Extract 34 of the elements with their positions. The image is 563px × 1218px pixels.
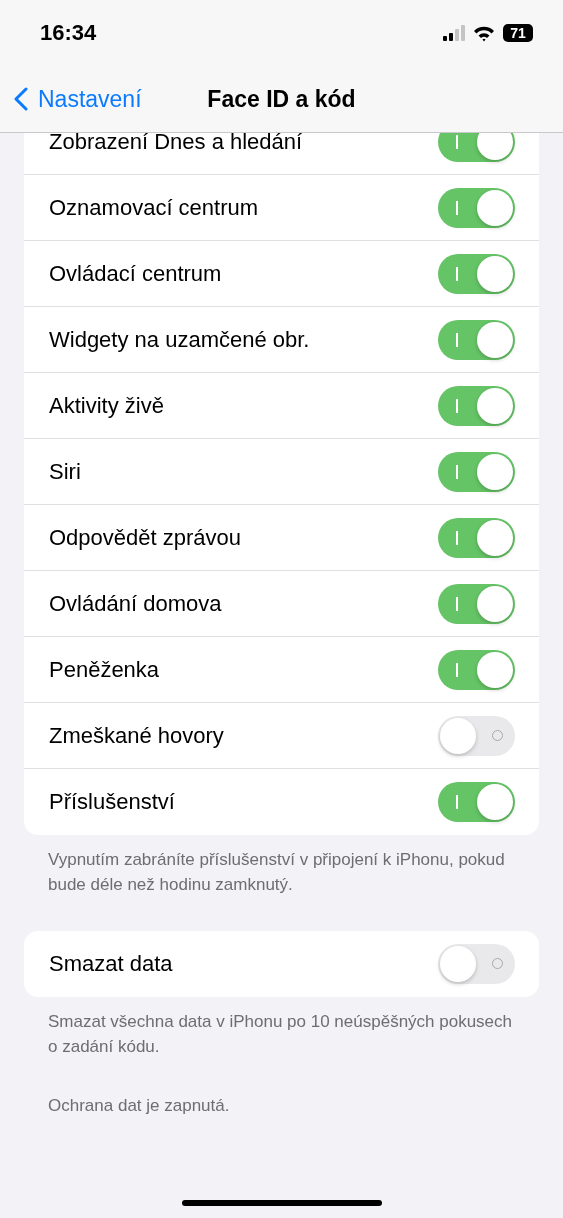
- back-button[interactable]: Nastavení: [0, 85, 142, 113]
- toggle-switch[interactable]: [438, 715, 515, 756]
- setting-label: Oznamovací centrum: [49, 194, 259, 221]
- setting-label: Aktivity živě: [49, 392, 164, 419]
- setting-label: Zobrazení Dnes a hledání: [49, 133, 303, 155]
- setting-label: Příslušenství: [49, 789, 175, 815]
- setting-label: Siri: [49, 458, 81, 485]
- section-footer: Vypnutím zabráníte příslušenství v připojení k iPhonu, pokud bude déle než hodinu zamknutý.: [48, 847, 515, 897]
- toggle-switch[interactable]: [438, 517, 515, 558]
- status-time: 16:34: [40, 20, 97, 46]
- toggle-switch[interactable]: [438, 451, 515, 492]
- wifi-icon: [473, 24, 495, 42]
- toggle-switch[interactable]: [438, 385, 515, 426]
- setting-label: Ovládání domova: [49, 590, 222, 617]
- toggle-switch[interactable]: [438, 944, 515, 984]
- section-footer: Smazat všechna data v iPhonu po 10 neúspěšných pokusech o zadání kódu.: [48, 1009, 515, 1059]
- page-title: Face ID a kód: [206, 85, 357, 113]
- setting-label: Odpovědět zprávou: [49, 524, 242, 551]
- setting-label: Widgety na uzamčené obr.: [49, 326, 310, 353]
- toggle-switch[interactable]: [438, 133, 515, 162]
- battery-indicator: 71: [503, 24, 533, 42]
- toggle-switch[interactable]: [438, 253, 515, 294]
- section-footer: Ochrana dat je zapnutá.: [48, 1093, 515, 1118]
- setting-label: Peněženka: [49, 656, 160, 683]
- signal-icon: [443, 25, 465, 41]
- toggle-switch[interactable]: [438, 649, 515, 690]
- toggle-switch[interactable]: [438, 782, 515, 822]
- toggle-switch[interactable]: [438, 187, 515, 228]
- setting-label: Zmeškané hovory: [49, 722, 224, 749]
- setting-label: Smazat data: [49, 951, 173, 977]
- setting-label: Ovládací centrum: [49, 260, 222, 287]
- toggle-switch[interactable]: [438, 319, 515, 360]
- toggle-switch[interactable]: [438, 583, 515, 624]
- chevron-left-icon: [14, 87, 28, 111]
